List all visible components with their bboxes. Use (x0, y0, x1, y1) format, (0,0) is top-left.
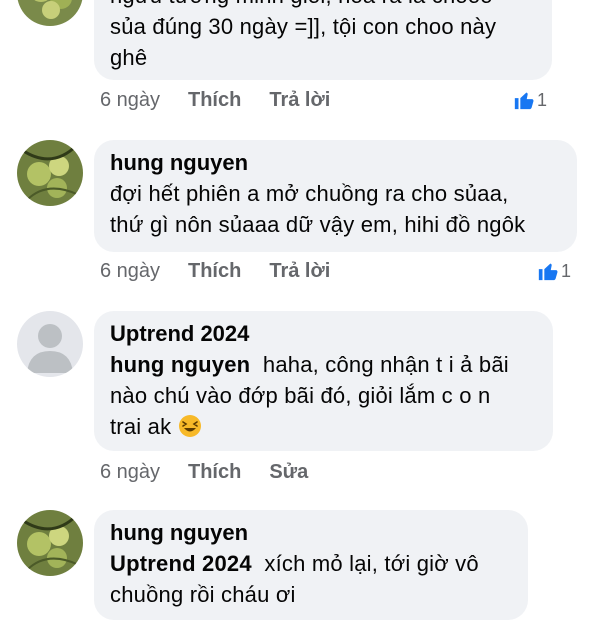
comment-text-line: hung nguyen haha, công nhận t i ả bãi (110, 349, 537, 380)
like-count: 1 (561, 260, 572, 281)
avatar[interactable] (17, 0, 83, 26)
comment-text-line: ghê (110, 45, 148, 70)
like-button[interactable]: Thích (188, 87, 241, 113)
mention-link[interactable]: Uptrend 2024 (110, 551, 252, 576)
mention-link[interactable]: hung nguyen (110, 352, 250, 377)
like-count: 1 (537, 89, 548, 110)
like-button[interactable]: Thích (188, 459, 241, 485)
comment-text-line: chuồng rồi cháu ơi (110, 582, 296, 607)
comment-text-line: sủa đúng 30 ngày =]], tội con choo này (110, 14, 497, 39)
comment-actions: 6 ngày Thích Sửa (100, 459, 336, 485)
comment-actions: 6 ngày Thích Trả lời (100, 258, 358, 284)
comment-text-line: đợi hết phiên a mở chuồng ra cho sủaa, (110, 181, 509, 206)
laughing-emoji-icon (178, 415, 201, 437)
like-button[interactable]: Thích (188, 258, 241, 284)
comment-text-line: Uptrend 2024 xích mỏ lại, tới giờ vô (110, 548, 512, 579)
comment-bubble: hung nguyen Uptrend 2024 xích mỏ lại, tớ… (94, 510, 528, 620)
reaction-count[interactable]: 1 (537, 260, 571, 282)
comment-bubble: hung nguyen đợi hết phiên a mở chuồng ra… (94, 140, 577, 252)
comment-text: trai ak (110, 414, 172, 439)
avatar[interactable] (17, 311, 83, 377)
comment-author[interactable]: Uptrend 2024 (110, 319, 537, 349)
reply-button[interactable]: Trả lời (269, 258, 330, 284)
thumbs-up-icon (538, 263, 558, 281)
comment-time: 6 ngày (100, 89, 161, 111)
comment-text-line: thứ gì nôn sủaaa dữ vậy em, hihi đồ ngôk (110, 212, 526, 237)
reaction-count[interactable]: 1 (513, 89, 547, 111)
edit-button[interactable]: Sửa (269, 459, 308, 485)
comment-actions: 6 ngày Thích Trả lời (100, 87, 358, 113)
comment-text-line: ngửu tướng minh giỏi, hoá ra là chooo (110, 0, 536, 11)
comment-author[interactable]: hung nguyen (110, 148, 561, 178)
comment-text-line: nào chú vào đớp bãi đó, giỏi lắm c o n (110, 383, 491, 408)
comment-bubble: ngửu tướng minh giỏi, hoá ra là chooo sủ… (94, 0, 552, 80)
comment-time: 6 ngày (100, 461, 161, 483)
comment-text: haha, công nhận t i ả bãi (262, 352, 509, 377)
comment-time: 6 ngày (100, 260, 161, 282)
avatar[interactable] (17, 140, 83, 206)
comment-bubble: Uptrend 2024 hung nguyen haha, công nhận… (94, 311, 553, 451)
comment-author[interactable]: hung nguyen (110, 518, 512, 548)
thumbs-up-icon (514, 92, 534, 110)
avatar[interactable] (17, 510, 83, 576)
reply-button[interactable]: Trả lời (269, 87, 330, 113)
comment-text: xích mỏ lại, tới giờ vô (264, 551, 479, 576)
comment-text-line: trai ak (110, 411, 537, 442)
